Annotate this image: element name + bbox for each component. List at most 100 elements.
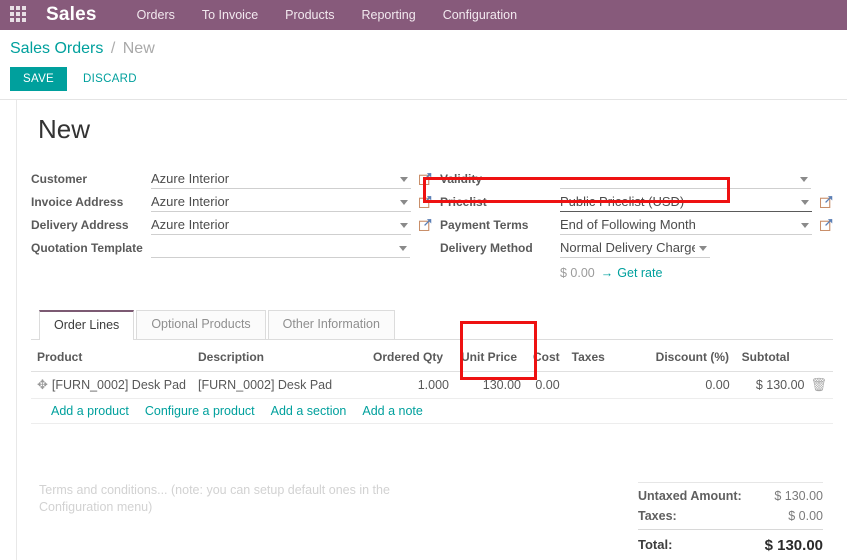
- app-brand-sales[interactable]: Sales: [46, 4, 97, 26]
- customer-value: Azure Interior: [151, 171, 230, 186]
- table-row[interactable]: ✥ [FURN_0002] Desk Pad [FURN_0002] Desk P…: [31, 371, 833, 399]
- cell-subtotal: $ 130.00 🗑: [735, 371, 833, 399]
- chevron-down-icon[interactable]: [699, 246, 707, 251]
- page-title: New: [38, 114, 91, 144]
- get-rate-label: Get rate: [617, 266, 663, 280]
- label-payment-terms: Payment Terms: [440, 218, 529, 232]
- quotation-template-input[interactable]: [151, 246, 410, 258]
- external-link-icon[interactable]: [418, 172, 432, 188]
- external-link-icon[interactable]: [819, 218, 833, 234]
- col-taxes: Taxes: [565, 344, 650, 372]
- control-panel: Sales Orders / New SAVE DISCARD: [0, 30, 847, 91]
- breadcrumb-current: New: [122, 40, 155, 57]
- field-row-delivery-method: Delivery Method Normal Delivery Charges: [440, 236, 833, 258]
- notebook-tabs: Order Lines Optional Products Other Info…: [31, 310, 833, 340]
- cell-description[interactable]: [FURN_0002] Desk Pad: [192, 371, 367, 399]
- menu-item-reporting[interactable]: Reporting: [361, 8, 415, 22]
- total-row-taxes: Taxes: $ 0.00: [638, 506, 823, 526]
- chevron-down-icon[interactable]: [801, 223, 809, 228]
- form-sheet-wrapper: New Customer Azure Interior Invoice Addr…: [0, 99, 847, 560]
- field-row-validity: Validity: [440, 167, 833, 189]
- subtotal-value: $ 130.00: [755, 378, 805, 392]
- cell-unit-price[interactable]: 130.00: [455, 371, 527, 399]
- col-unit-price: Unit Price: [455, 344, 527, 372]
- delivery-method-input[interactable]: Normal Delivery Charges: [560, 240, 710, 258]
- action-buttons: SAVE DISCARD: [10, 67, 847, 91]
- col-cost: Cost: [527, 344, 566, 372]
- field-row-quotation-template: Quotation Template: [31, 236, 432, 258]
- apps-grid-icon[interactable]: [10, 6, 28, 24]
- top-navbar: Sales Orders To Invoice Products Reporti…: [0, 0, 847, 30]
- pricelist-value: Public Pricelist (USD): [560, 194, 685, 209]
- label-delivery-address: Delivery Address: [31, 218, 129, 232]
- total-row-total: Total: $ 130.00: [638, 529, 823, 557]
- product-value: [FURN_0002] Desk Pad: [51, 378, 186, 392]
- external-link-icon[interactable]: [418, 218, 432, 234]
- payment-terms-input[interactable]: End of Following Month: [560, 217, 812, 235]
- delivery-rate-row: $ 0.00 → Get rate: [560, 266, 833, 280]
- menu-item-orders[interactable]: Orders: [137, 8, 175, 22]
- breadcrumb-sales-orders[interactable]: Sales Orders: [10, 40, 103, 57]
- customer-input[interactable]: Azure Interior: [151, 171, 411, 189]
- chevron-down-icon[interactable]: [800, 177, 808, 182]
- cell-product[interactable]: ✥ [FURN_0002] Desk Pad: [31, 371, 192, 399]
- label-validity: Validity: [440, 172, 483, 186]
- col-discount: Discount (%): [649, 344, 736, 372]
- field-row-pricelist: Pricelist Public Pricelist (USD): [440, 190, 833, 212]
- form-grid: Customer Azure Interior Invoice Address …: [31, 167, 833, 280]
- total-row-untaxed-amount: Untaxed Amount: $ 130.00: [638, 482, 823, 506]
- discard-button[interactable]: DISCARD: [77, 67, 143, 91]
- pricelist-input[interactable]: Public Pricelist (USD): [560, 194, 812, 212]
- cell-ordered-qty[interactable]: 1.000: [367, 371, 455, 399]
- arrow-right-icon: →: [600, 266, 614, 280]
- cell-taxes[interactable]: [565, 371, 650, 399]
- untaxed-amount-value: $ 130.00: [774, 489, 823, 503]
- field-row-invoice-address: Invoice Address Azure Interior: [31, 190, 432, 212]
- tab-other-information[interactable]: Other Information: [267, 310, 395, 339]
- delivery-rate-amount: $ 0.00: [560, 266, 595, 280]
- get-rate-button[interactable]: → Get rate: [601, 266, 663, 280]
- label-pricelist: Pricelist: [440, 195, 487, 209]
- label-customer: Customer: [31, 172, 88, 186]
- invoice-address-value: Azure Interior: [151, 194, 230, 209]
- cell-discount[interactable]: 0.00: [649, 371, 736, 399]
- tab-optional-products[interactable]: Optional Products: [136, 310, 266, 339]
- untaxed-amount-label: Untaxed Amount:: [638, 489, 742, 503]
- taxes-value: $ 0.00: [788, 509, 823, 523]
- chevron-down-icon[interactable]: [400, 223, 408, 228]
- main-menu: Orders To Invoice Products Reporting Con…: [137, 8, 517, 22]
- menu-item-to-invoice[interactable]: To Invoice: [202, 8, 258, 22]
- configure-a-product-link[interactable]: Configure a product: [145, 404, 255, 418]
- add-links-cell: Add a product Configure a product Add a …: [31, 398, 833, 424]
- total-value: $ 130.00: [764, 537, 823, 554]
- add-a-product-link[interactable]: Add a product: [51, 404, 129, 418]
- tab-order-lines[interactable]: Order Lines: [39, 310, 135, 340]
- cell-cost[interactable]: 0.00: [527, 371, 566, 399]
- form-column-left: Customer Azure Interior Invoice Address …: [31, 167, 432, 280]
- menu-item-products[interactable]: Products: [285, 8, 334, 22]
- terms-and-conditions-input[interactable]: Terms and conditions... (note: you can s…: [31, 482, 411, 560]
- add-a-note-link[interactable]: Add a note: [362, 404, 422, 418]
- payment-terms-value: End of Following Month: [560, 217, 696, 232]
- label-invoice-address: Invoice Address: [31, 195, 124, 209]
- validity-input[interactable]: [560, 177, 811, 189]
- external-link-icon[interactable]: [819, 195, 833, 211]
- external-link-icon[interactable]: [418, 195, 432, 211]
- chevron-down-icon[interactable]: [400, 177, 408, 182]
- col-subtotal: Subtotal: [735, 344, 833, 372]
- field-row-customer: Customer Azure Interior: [31, 167, 432, 189]
- add-a-section-link[interactable]: Add a section: [271, 404, 347, 418]
- chevron-down-icon[interactable]: [399, 246, 407, 251]
- trash-icon[interactable]: 🗑: [804, 377, 827, 392]
- total-label: Total:: [638, 537, 673, 552]
- delivery-address-input[interactable]: Azure Interior: [151, 217, 411, 235]
- chevron-down-icon[interactable]: [801, 200, 809, 205]
- notebook: Order Lines Optional Products Other Info…: [31, 310, 833, 424]
- save-button[interactable]: SAVE: [10, 67, 68, 91]
- chevron-down-icon[interactable]: [400, 200, 408, 205]
- drag-handle-icon[interactable]: ✥: [37, 377, 52, 392]
- breadcrumb-separator: /: [110, 40, 116, 57]
- menu-item-configuration[interactable]: Configuration: [443, 8, 517, 22]
- table-header-row: Product Description Ordered Qty Unit Pri…: [31, 344, 833, 372]
- invoice-address-input[interactable]: Azure Interior: [151, 194, 411, 212]
